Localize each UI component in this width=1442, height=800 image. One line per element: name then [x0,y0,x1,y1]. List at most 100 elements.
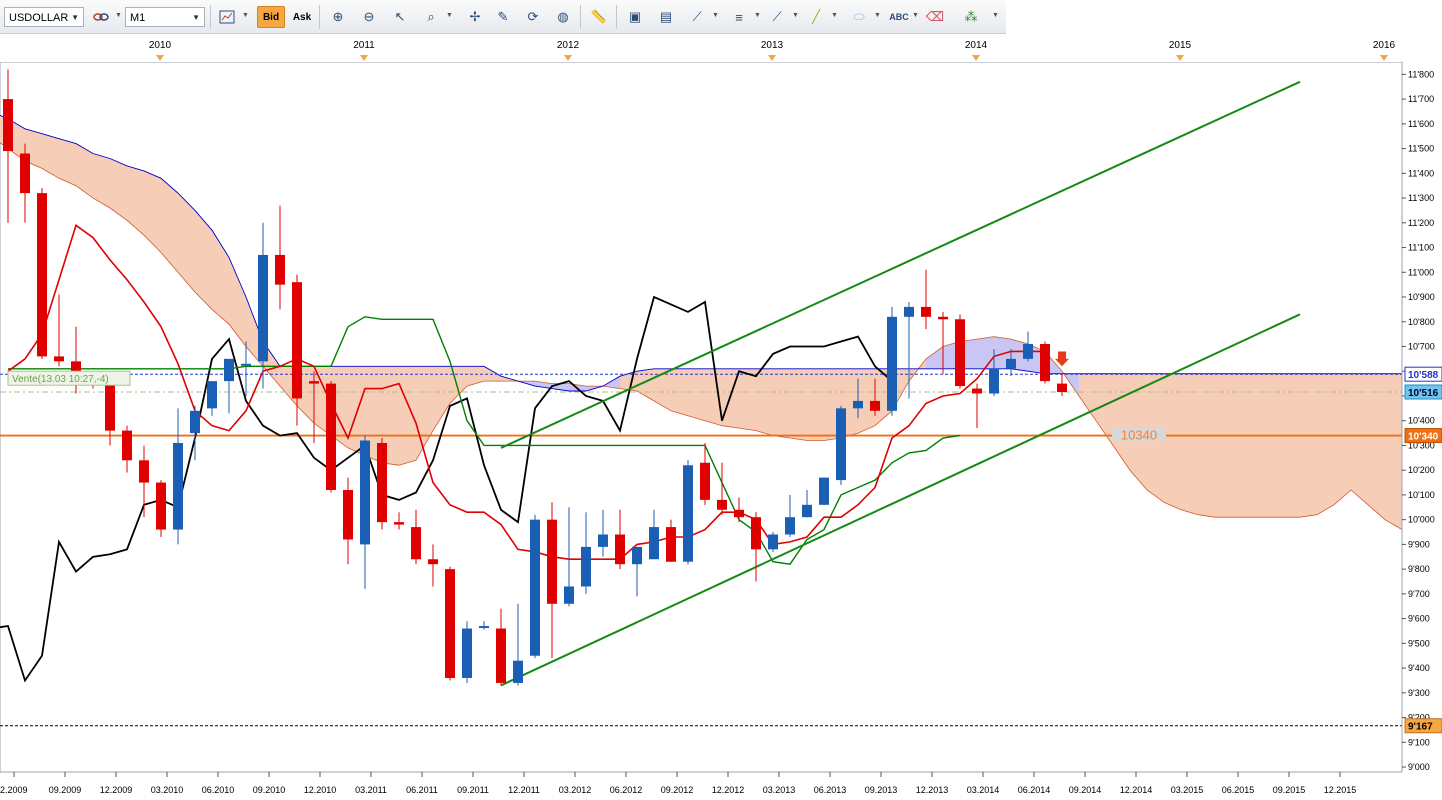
candle[interactable] [683,460,693,565]
candle[interactable] [326,381,336,493]
candle-body [462,628,472,678]
date-label: 03.2015 [1171,785,1204,795]
candle[interactable] [156,480,166,537]
candle-body [581,546,591,587]
candle-body [1006,358,1016,369]
candle-body [598,534,608,547]
year-label: 2011 [353,40,375,51]
candle-body [105,383,115,431]
date-label: 03.2013 [763,785,796,795]
candle[interactable] [445,566,455,681]
candle-body [54,356,64,362]
price-label: 10'900 [1408,292,1435,302]
cloud-segment [1215,373,1232,518]
candle-body [972,388,982,394]
date-label: 09.2012 [661,785,694,795]
level-label[interactable]: 10340 [1112,427,1166,443]
date-label: 06.2013 [814,785,847,795]
candle[interactable] [530,514,540,659]
year-axis-bg [0,36,1402,62]
candle-body [785,517,795,535]
price-label: 11'300 [1408,193,1434,203]
candle-body [37,193,47,357]
price-label: 10'800 [1408,317,1435,327]
cloud-segment [773,368,790,439]
candle-body [819,477,829,505]
price-label: 10'000 [1408,515,1435,525]
candle-body [700,462,710,500]
candle[interactable] [887,306,897,416]
candle-body [1040,344,1050,382]
price-label: 9'400 [1408,663,1430,673]
price-label: 11'100 [1408,243,1434,253]
level-label-text: 10340 [1121,428,1157,443]
candle-body [190,410,200,434]
year-label: 2016 [1373,40,1396,51]
candle-body [853,400,863,409]
candle-body [326,383,336,490]
candle-body [904,306,914,317]
candle-body [717,499,727,510]
price-label: 11'500 [1408,144,1434,154]
date-label: 12.2013 [916,785,949,795]
candle[interactable] [836,405,846,486]
cloud-segment [1385,373,1402,530]
cloud-segment [1334,373,1351,505]
candle[interactable] [1040,341,1050,384]
cloud-segment [756,368,773,436]
date-label: 12.2009 [100,785,133,795]
candle-body [207,381,217,409]
candle[interactable] [462,621,472,683]
candle-body [632,546,642,565]
price-label: 9'000 [1408,762,1430,772]
candle-body [938,316,948,320]
date-label: 06.2012 [610,785,643,795]
price-label: 9'900 [1408,539,1430,549]
cloud-segment [1300,373,1317,518]
cloud-segment [1232,373,1249,518]
candle-body [275,254,285,285]
candle-body [343,489,353,540]
candle[interactable] [768,532,778,552]
candle-body [496,628,506,683]
candle-body [20,153,30,194]
order-tag[interactable]: Vente(13.03 10:27,-4) [7,370,131,386]
date-label: 03.2012 [559,785,592,795]
cloud-segment [977,336,994,369]
candle-body [241,363,251,366]
candle-body [1023,344,1033,359]
candle-body [530,519,540,656]
date-label: 03.2014 [967,785,1000,795]
price-label: 9'100 [1408,737,1430,747]
candle-body [615,534,625,565]
candle-body [377,442,387,523]
order-tag-text: Vente(13.03 10:27,-4) [12,374,109,385]
candle-body [445,569,455,678]
year-label: 2014 [965,40,988,51]
candle-body [479,626,489,629]
candle-body [173,442,183,530]
candle-body [887,316,897,411]
date-label: 06.2015 [1222,785,1255,795]
candle-body [802,504,812,518]
date-label: 12.2014 [1120,785,1153,795]
date-label: 12.2015 [1324,785,1357,795]
candle[interactable] [377,438,387,530]
price-chart[interactable]: 2010 2011 2012 2013 2014 2015 2016 Vente(13.03 … [0,0,1442,800]
candle-body [666,527,676,562]
cloud-segment [1266,373,1283,518]
date-label: 2.2009 [0,785,28,795]
candle-body [564,586,574,604]
candle[interactable] [819,477,829,505]
candle-body [955,319,965,387]
candle[interactable] [955,314,965,389]
date-label: 12.2010 [304,785,337,795]
date-axis: 2.2009 09.2009 12.2009 03.2010 06.2010 09.201… [0,771,1442,800]
price-label: 10'200 [1408,465,1435,475]
candle-body [394,522,404,525]
price-label: 10'400 [1408,416,1435,426]
cloud-segment [688,368,705,421]
cloud-segment [790,368,807,441]
price-label: 9'500 [1408,638,1430,648]
candle[interactable] [37,188,47,359]
